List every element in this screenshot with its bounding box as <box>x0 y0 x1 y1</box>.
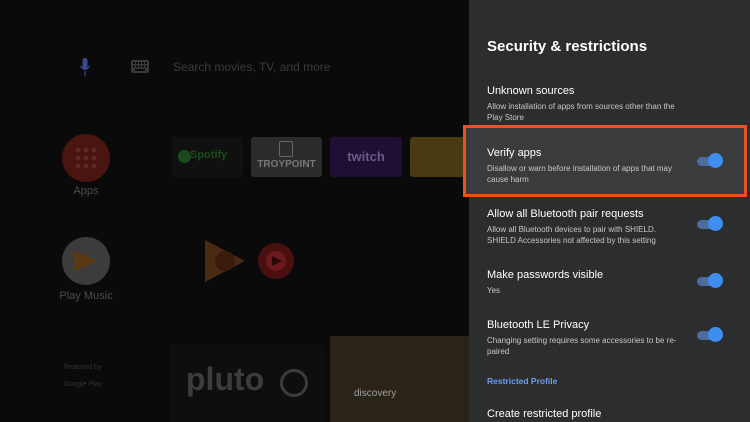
restricted-profile-header: Restricted Profile <box>487 376 558 386</box>
troypoint-tile[interactable]: TROYPOINT <box>251 137 322 177</box>
setting-description: Changing setting requires some accessori… <box>487 336 677 356</box>
toggle-thumb <box>708 273 723 288</box>
setting-bluetooth-le-privacy[interactable]: Bluetooth LE Privacy Changing setting re… <box>487 318 737 357</box>
setting-description: Yes <box>487 286 501 295</box>
spotify-tile[interactable]: Spotify <box>172 137 243 177</box>
spotify-tile-label: Spotify <box>190 149 228 161</box>
settings-list: Verify apps Disallow or warn before inst… <box>469 0 750 422</box>
setting-bluetooth-pair[interactable]: Allow all Bluetooth pair requests Allow … <box>487 207 737 246</box>
pluto-tv-banner[interactable]: pluto <box>170 345 325 422</box>
setting-verify-apps[interactable]: Verify apps Disallow or warn before inst… <box>487 146 737 185</box>
troypoint-tile-label: TROYPOINT <box>257 159 316 170</box>
passwords-visible-toggle[interactable] <box>697 273 723 288</box>
create-restricted-profile-item[interactable]: Create restricted profile <box>487 408 601 420</box>
toggle-thumb <box>708 153 723 168</box>
toggle-thumb <box>708 327 723 342</box>
keyboard-icon[interactable] <box>131 60 149 73</box>
discovery-logo-text: discovery <box>354 388 397 399</box>
toggle-thumb <box>708 216 723 231</box>
apps-button[interactable] <box>62 134 110 182</box>
play-music-label: Play Music <box>59 290 113 302</box>
home-screen-background: Search movies, TV, and more Apps Play Mu… <box>0 0 470 422</box>
apps-grid-icon <box>75 147 97 169</box>
play-music-row-icons[interactable] <box>200 236 300 286</box>
bluetooth-pair-toggle[interactable] <box>697 216 723 231</box>
featured-label: Featured by <box>64 364 102 371</box>
search-placeholder[interactable]: Search movies, TV, and more <box>173 60 330 74</box>
play-music-icon <box>74 251 98 271</box>
play-music-button[interactable] <box>62 237 110 285</box>
twitch-tile-label: twitch <box>347 149 385 164</box>
twitch-tile[interactable]: twitch <box>330 137 402 177</box>
setting-description: Allow all Bluetooth devices to pair with… <box>487 225 656 245</box>
setting-description: Disallow or warn before installation of … <box>487 164 672 184</box>
bluetooth-le-privacy-toggle[interactable] <box>697 327 723 342</box>
app-tile[interactable] <box>410 137 470 177</box>
featured-source-label: Google Play <box>64 381 103 388</box>
microphone-icon[interactable] <box>80 58 90 76</box>
troypoint-logo-icon <box>279 141 293 157</box>
pluto-logo-text: pluto <box>186 361 265 397</box>
apps-label: Apps <box>73 185 99 197</box>
setting-passwords-visible[interactable]: Make passwords visible Yes <box>487 268 737 296</box>
discovery-banner[interactable]: discovery <box>330 336 470 422</box>
verify-apps-toggle[interactable] <box>697 153 723 168</box>
pluto-tv-logo-icon <box>280 369 308 397</box>
